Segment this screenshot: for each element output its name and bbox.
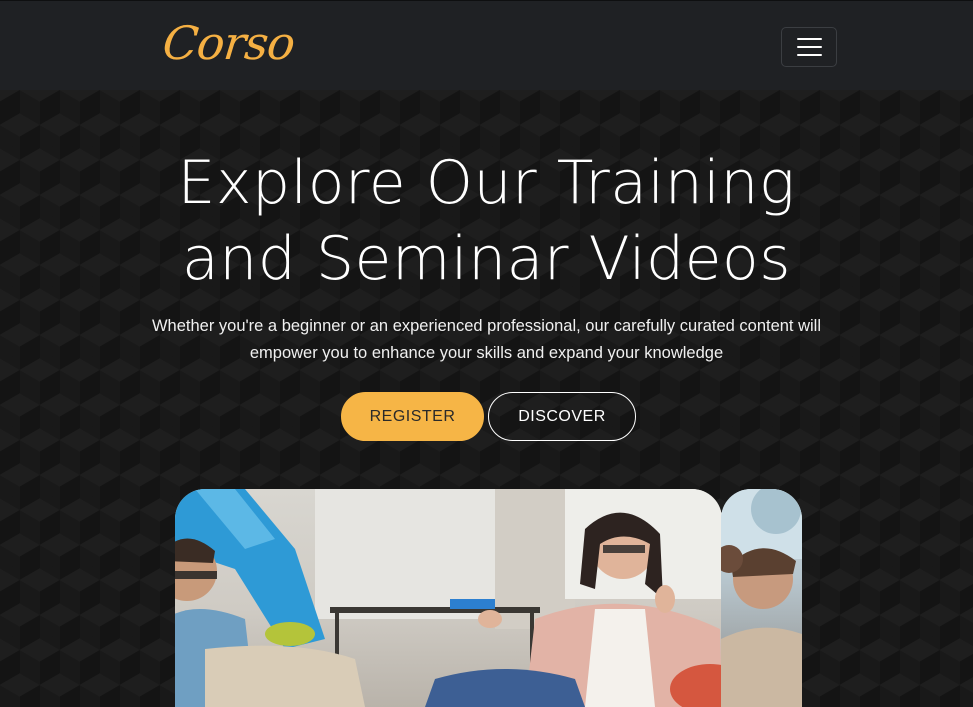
seminar-photo xyxy=(175,489,722,707)
hero-title-line: Explore Our Training xyxy=(177,148,796,218)
discover-button[interactable]: DISCOVER xyxy=(488,392,636,441)
hamburger-menu-icon[interactable] xyxy=(781,27,837,67)
hero-title-line: and Seminar Videos xyxy=(182,224,791,294)
brand-logo[interactable]: Corso xyxy=(160,13,297,73)
seminar-photo-secondary xyxy=(721,489,802,707)
seminar-video-thumbnail-secondary[interactable] xyxy=(721,489,802,707)
seminar-video-thumbnail[interactable] xyxy=(175,489,722,707)
hero-title: Explore Our Training and Seminar Videos xyxy=(0,145,973,297)
menu-bar xyxy=(796,46,822,48)
menu-bar xyxy=(796,54,822,56)
menu-bar xyxy=(796,38,822,40)
register-button[interactable]: REGISTER xyxy=(341,392,484,441)
hero-subtitle: Whether you're a beginner or an experien… xyxy=(151,317,822,362)
navbar: Corso xyxy=(0,0,973,90)
